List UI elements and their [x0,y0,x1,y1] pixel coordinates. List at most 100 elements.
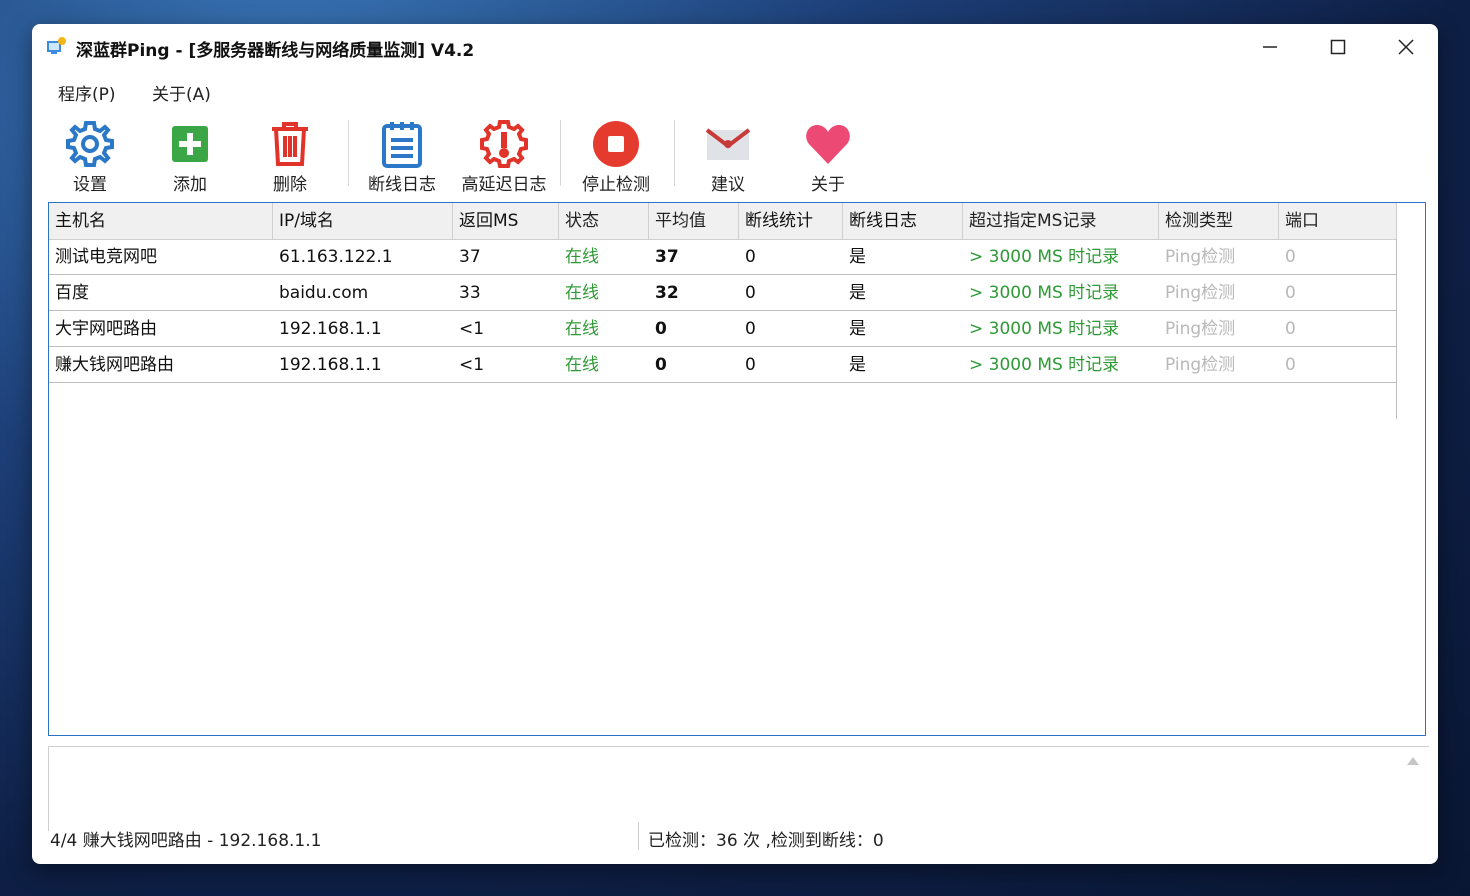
host-cell: 赚大钱网吧路由 [55,355,174,375]
column-header[interactable]: 平均值 [649,203,739,239]
status-cell: 在线 [565,319,599,339]
port-cell: 0 [1285,247,1296,267]
toolbar-separator [560,120,561,186]
log-cell: 是 [849,319,866,339]
threshold-cell: > 3000 MS 时记录 [969,319,1120,339]
settings-button[interactable]: 设置 [40,114,140,195]
threshold-cell: > 3000 MS 时记录 [969,355,1120,375]
port-cell: 0 [1285,319,1296,339]
table-header: 主机名 IP/域名 返回MS 状态 平均值 断线统计 断线日志 超过指定MS记录… [49,203,1397,240]
column-header[interactable]: 断线日志 [843,203,963,239]
delete-label: 删除 [273,175,307,195]
ms-cell: 37 [459,247,481,267]
log-cell: 是 [849,247,866,267]
settings-label: 设置 [73,175,107,195]
app-logo-icon [47,37,66,54]
column-header[interactable]: 端口 [1279,203,1397,239]
toolbar-separator [674,120,675,186]
disconnect-log-label: 断线日志 [368,175,436,195]
table-row[interactable]: 百度 baidu.com 33 在线 32 0 是 > 3000 MS 时记录 … [49,275,1397,311]
menu-about[interactable]: 关于(A) [152,80,211,105]
add-label: 添加 [173,175,207,195]
ip-cell: 192.168.1.1 [279,355,382,375]
column-header[interactable]: 检测类型 [1159,203,1279,239]
window-title: 深蓝群Ping - [多服务器断线与网络质量监测] V4.2 [76,41,475,61]
table-row[interactable]: 大宇网吧路由 192.168.1.1 <1 在线 0 0 是 > 3000 MS… [49,311,1397,347]
column-header[interactable]: 返回MS [453,203,559,239]
add-icon [172,126,208,162]
avg-cell: 37 [655,247,679,267]
avg-cell: 0 [655,355,667,375]
log-cell: 是 [849,355,866,375]
envelope-icon [705,128,751,160]
scroll-up-arrow-icon[interactable] [1407,757,1419,765]
threshold-cell: > 3000 MS 时记录 [969,283,1120,303]
log-output-area[interactable] [48,746,1429,831]
column-header[interactable]: 主机名 [49,203,273,239]
table-row[interactable]: 测试电竞网吧 61.163.122.1 37 在线 37 0 是 > 3000 … [49,239,1397,275]
ip-cell: baidu.com [279,283,369,303]
stop-detection-label: 停止检测 [582,175,650,195]
close-icon [1398,39,1414,55]
status-check-count: 已检测：36 次 ,检测到断线：0 [648,831,884,851]
host-table[interactable]: 主机名 IP/域名 返回MS 状态 平均值 断线统计 断线日志 超过指定MS记录… [48,202,1426,736]
column-header[interactable]: 超过指定MS记录 [963,203,1159,239]
type-cell: Ping检测 [1165,319,1236,339]
avg-cell: 0 [655,319,667,339]
menu-program[interactable]: 程序(P) [58,80,116,105]
trash-icon [272,122,308,166]
host-cell: 大宇网吧路由 [55,319,157,339]
app-window: 深蓝群Ping - [多服务器断线与网络质量监测] V4.2 程序(P) 关于(… [32,24,1438,864]
host-cell: 测试电竞网吧 [55,247,157,267]
log-cell: 是 [849,283,866,303]
threshold-cell: > 3000 MS 时记录 [969,247,1120,267]
status-current-host: 4/4 赚大钱网吧路由 - 192.168.1.1 [50,831,322,851]
stop-detection-button[interactable]: 停止检测 [566,114,666,195]
status-bar: 4/4 赚大钱网吧路由 - 192.168.1.1 已检测：36 次 ,检测到断… [32,822,1438,852]
status-cell: 在线 [565,283,599,303]
minimize-button[interactable] [1242,24,1298,70]
drops-cell: 0 [745,319,756,339]
ip-cell: 61.163.122.1 [279,247,393,267]
gear-icon [66,121,114,167]
maximize-icon [1330,39,1346,55]
ms-cell: 33 [459,283,481,303]
avg-cell: 32 [655,283,679,303]
status-divider [638,822,639,850]
ip-cell: 192.168.1.1 [279,319,382,339]
port-cell: 0 [1285,283,1296,303]
type-cell: Ping检测 [1165,355,1236,375]
type-cell: Ping检测 [1165,283,1236,303]
add-button[interactable]: 添加 [140,114,240,195]
title-bar[interactable]: 深蓝群Ping - [多服务器断线与网络质量监测] V4.2 [32,24,1438,70]
ms-cell: <1 [459,355,485,375]
host-cell: 百度 [55,283,89,303]
table-row[interactable]: 赚大钱网吧路由 192.168.1.1 <1 在线 0 0 是 > 3000 M… [49,347,1397,383]
feedback-button[interactable]: 建议 [678,114,778,195]
drops-cell: 0 [745,355,756,375]
column-header[interactable]: 状态 [559,203,649,239]
status-cell: 在线 [565,355,599,375]
heart-icon [806,125,850,164]
thermometer-icon [480,120,528,168]
drops-cell: 0 [745,247,756,267]
column-header[interactable]: 断线统计 [739,203,843,239]
close-button[interactable] [1378,24,1434,70]
menu-bar: 程序(P) 关于(A) [32,76,1438,106]
type-cell: Ping检测 [1165,247,1236,267]
high-latency-log-button[interactable]: 高延迟日志 [454,114,554,195]
drops-cell: 0 [745,283,756,303]
disconnect-log-button[interactable]: 断线日志 [352,114,452,195]
stop-icon [593,121,639,167]
maximize-button[interactable] [1310,24,1366,70]
status-cell: 在线 [565,247,599,267]
about-label: 关于 [811,175,845,195]
notepad-icon [382,122,422,168]
feedback-label: 建议 [711,175,745,195]
about-button[interactable]: 关于 [778,114,878,195]
ms-cell: <1 [459,319,485,339]
toolbar-separator [348,120,349,186]
column-header[interactable]: IP/域名 [273,203,453,239]
delete-button[interactable]: 删除 [240,114,340,195]
high-latency-log-label: 高延迟日志 [461,175,547,195]
